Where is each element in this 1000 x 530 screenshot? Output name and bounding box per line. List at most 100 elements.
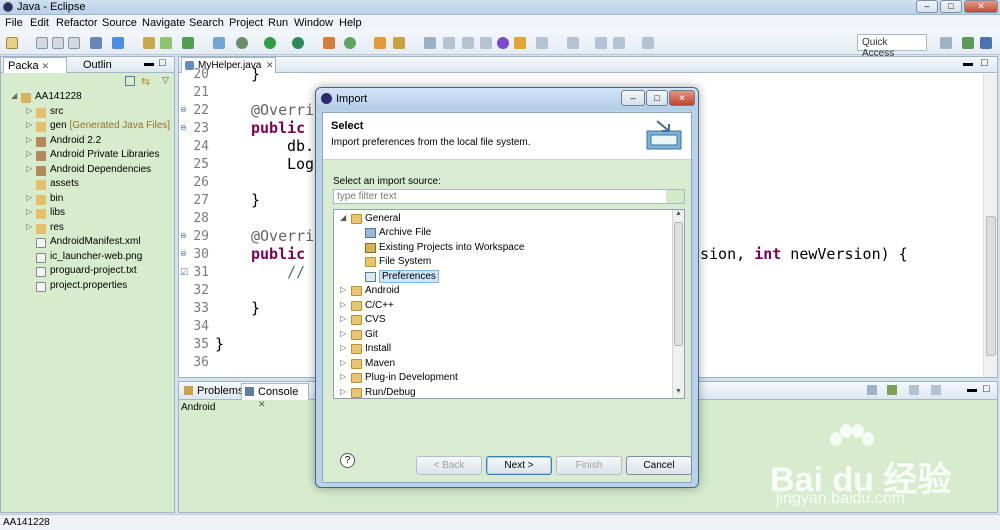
maximize-view-icon[interactable]: □ bbox=[159, 57, 166, 69]
run-icon[interactable] bbox=[264, 37, 276, 49]
task-marker-icon[interactable]: ☑ bbox=[180, 267, 188, 278]
scrollbar-thumb[interactable] bbox=[986, 216, 996, 356]
android-sdk-icon[interactable] bbox=[90, 37, 102, 49]
collapsed-arrow-icon[interactable]: ▷ bbox=[340, 343, 346, 352]
fold-icon[interactable]: ⊖ bbox=[180, 123, 187, 132]
minimize-button[interactable]: – bbox=[916, 0, 938, 13]
open-console-icon[interactable] bbox=[867, 385, 877, 395]
back-arrow-icon[interactable] bbox=[613, 37, 625, 49]
editor-scrollbar[interactable] bbox=[983, 74, 997, 377]
filter-clear-icon[interactable] bbox=[666, 190, 684, 203]
pin-console-icon[interactable] bbox=[909, 385, 919, 395]
menu-project[interactable]: Project bbox=[229, 17, 263, 29]
tree-item[interactable]: ▷ bin bbox=[1, 193, 171, 207]
tree-item-preferences[interactable]: Preferences bbox=[334, 270, 674, 284]
checkbox-icon[interactable] bbox=[182, 37, 194, 49]
tree-item[interactable]: ▷ src bbox=[1, 106, 171, 120]
collapsed-arrow-icon[interactable]: ▷ bbox=[340, 387, 346, 396]
tree-item[interactable]: ▷ res bbox=[1, 222, 171, 236]
dialog-close-button[interactable]: ✕ bbox=[669, 90, 695, 106]
avd-manager-icon[interactable] bbox=[112, 37, 124, 49]
scroll-down-icon[interactable]: ▼ bbox=[675, 388, 682, 395]
ddms-perspective-icon[interactable] bbox=[962, 37, 974, 49]
collapsed-arrow-icon[interactable]: ▷ bbox=[340, 314, 346, 323]
toggle-block-selection-icon[interactable] bbox=[443, 37, 455, 49]
new-class-icon[interactable] bbox=[344, 37, 356, 49]
lint-icon[interactable] bbox=[143, 37, 155, 49]
tree-item[interactable]: ▷ libs bbox=[1, 207, 171, 221]
collapsed-arrow-icon[interactable]: ▷ bbox=[340, 285, 346, 294]
minimize-console-icon[interactable]: ▬ bbox=[967, 384, 977, 395]
tree-item[interactable]: ▷ Android Dependencies bbox=[1, 164, 171, 178]
menu-source[interactable]: Source bbox=[102, 17, 137, 29]
scroll-up-icon[interactable]: ▲ bbox=[675, 210, 682, 217]
quick-access-input[interactable]: Quick Access bbox=[857, 34, 927, 59]
menu-run[interactable]: Run bbox=[268, 17, 288, 29]
tree-item-git[interactable]: ▷ Git bbox=[334, 328, 674, 342]
tree-item[interactable]: project.properties bbox=[1, 280, 171, 294]
tree-item[interactable]: proguard-project.txt bbox=[1, 265, 171, 279]
display-console-icon[interactable] bbox=[887, 385, 897, 395]
fold-icon[interactable]: ⊖ bbox=[180, 231, 187, 240]
collapsed-arrow-icon[interactable]: ▷ bbox=[340, 358, 346, 367]
breakpoint-icon[interactable] bbox=[497, 37, 509, 49]
tree-item-project[interactable]: ◢ AA141228 bbox=[1, 91, 171, 105]
menu-edit[interactable]: Edit bbox=[30, 17, 49, 29]
tree-item-install[interactable]: ▷ Install bbox=[334, 342, 674, 356]
collapsed-arrow-icon[interactable]: ▷ bbox=[340, 329, 346, 338]
menu-file[interactable]: File bbox=[5, 17, 23, 29]
next-annotation-icon[interactable] bbox=[536, 37, 548, 49]
maximize-button[interactable]: □ bbox=[940, 0, 962, 13]
minimize-editor-icon[interactable]: ▬ bbox=[963, 58, 973, 69]
tree-item[interactable]: ic_launcher-web.png bbox=[1, 251, 171, 265]
import-source-tree[interactable]: ◢ General Archive File Existing Projects … bbox=[333, 209, 685, 399]
tree-item-general[interactable]: ◢ General bbox=[334, 212, 674, 226]
tab-problems[interactable]: Problems bbox=[181, 383, 247, 400]
maximize-editor-icon[interactable]: □ bbox=[981, 57, 988, 69]
tab-package-explorer[interactable]: Packa ✕ bbox=[3, 57, 67, 73]
print-icon[interactable] bbox=[68, 37, 80, 49]
debug-icon[interactable] bbox=[236, 37, 248, 49]
menu-help[interactable]: Help bbox=[339, 17, 362, 29]
tree-scrollbar[interactable]: ▲ ▼ bbox=[672, 210, 684, 398]
dialog-maximize-button[interactable]: □ bbox=[646, 90, 668, 106]
last-edit-location-icon[interactable] bbox=[595, 37, 607, 49]
android-xml-icon[interactable] bbox=[160, 37, 172, 49]
menu-window[interactable]: Window bbox=[294, 17, 333, 29]
next-button[interactable]: Next > bbox=[486, 456, 552, 475]
save-all-icon[interactable] bbox=[52, 37, 64, 49]
tree-item-android[interactable]: ▷ Android bbox=[334, 284, 674, 298]
tree-item[interactable]: assets bbox=[1, 178, 171, 192]
tree-item[interactable]: ▷ gen [Generated Java Files] bbox=[1, 120, 171, 134]
toggle-mark-occurrences-icon[interactable] bbox=[424, 37, 436, 49]
show-whitespace-icon[interactable] bbox=[462, 37, 474, 49]
tree-item-maven[interactable]: ▷ Maven bbox=[334, 357, 674, 371]
save-icon[interactable] bbox=[36, 37, 48, 49]
tree-item-plugin-development[interactable]: ▷ Plug-in Development bbox=[334, 371, 674, 385]
external-tools-icon[interactable] bbox=[292, 37, 304, 49]
expand-arrow-icon[interactable]: ◢ bbox=[11, 91, 17, 100]
open-perspective-icon[interactable] bbox=[940, 37, 952, 49]
tree-item-run-debug[interactable]: ▷ Run/Debug bbox=[334, 386, 674, 398]
close-icon[interactable]: ✕ bbox=[258, 399, 266, 409]
new-android-project-icon[interactable] bbox=[213, 37, 225, 49]
collapsed-arrow-icon[interactable]: ▷ bbox=[340, 300, 346, 309]
close-icon[interactable]: ✕ bbox=[266, 60, 274, 71]
tree-item-archive-file[interactable]: Archive File bbox=[334, 226, 674, 240]
new-icon[interactable] bbox=[6, 37, 18, 49]
dialog-minimize-button[interactable]: – bbox=[621, 90, 645, 106]
open-type-icon[interactable] bbox=[374, 37, 386, 49]
scope-icon[interactable] bbox=[514, 37, 526, 49]
cancel-button[interactable]: Cancel bbox=[626, 456, 692, 475]
java-perspective-icon[interactable] bbox=[980, 37, 992, 49]
forward-arrow-icon[interactable] bbox=[642, 37, 654, 49]
fold-icon[interactable]: ⊖ bbox=[180, 105, 187, 114]
maximize-console-icon[interactable]: □ bbox=[983, 383, 990, 395]
minimize-view-icon[interactable]: ▬ bbox=[144, 58, 154, 69]
tree-item-file-system[interactable]: File System bbox=[334, 255, 674, 269]
expanded-arrow-icon[interactable]: ◢ bbox=[340, 213, 346, 222]
close-icon[interactable]: ✕ bbox=[42, 61, 50, 71]
previous-annotation-icon[interactable] bbox=[567, 37, 579, 49]
filter-input[interactable]: type filter text bbox=[333, 189, 685, 204]
collapsed-arrow-icon[interactable]: ▷ bbox=[340, 372, 346, 381]
